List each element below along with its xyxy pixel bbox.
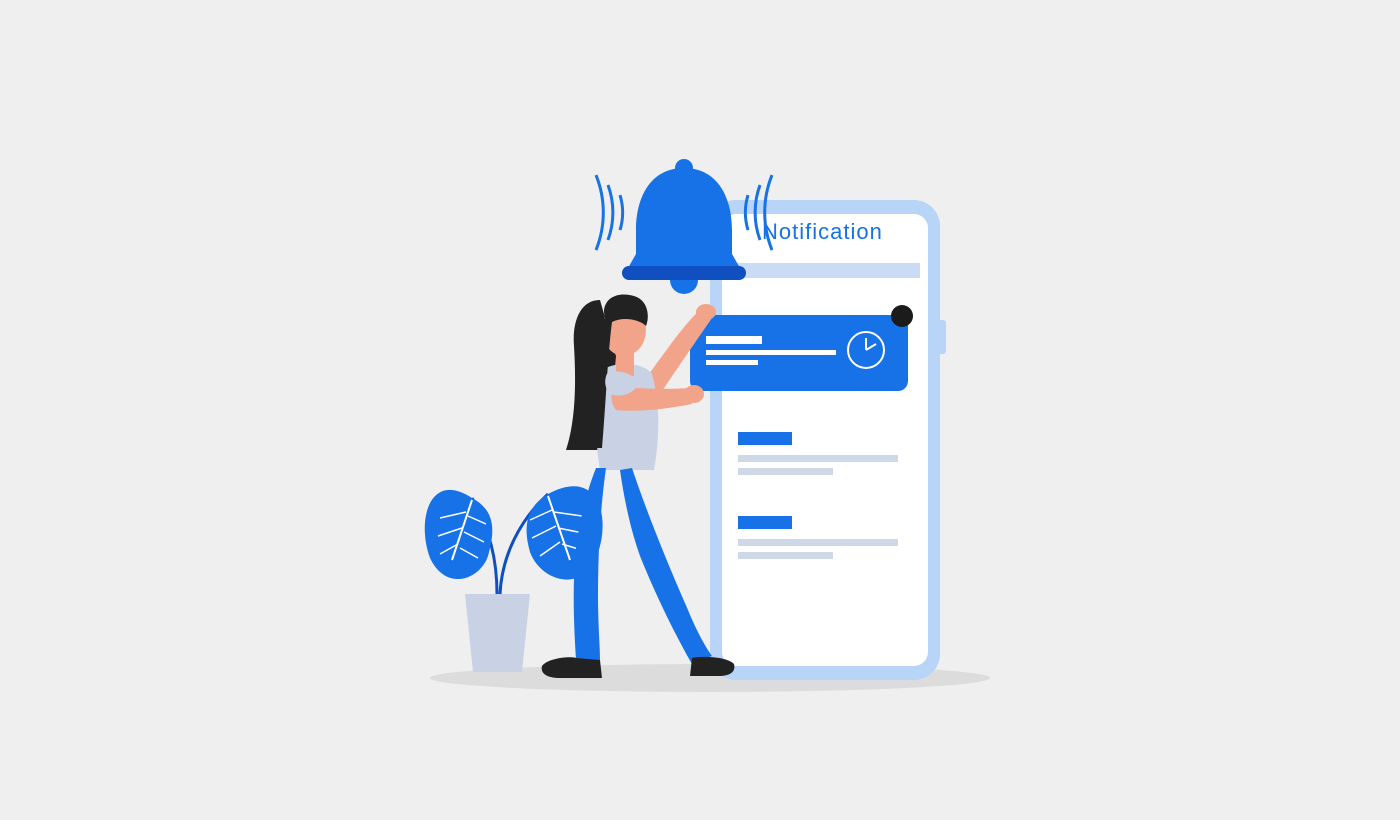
notification-card [690, 305, 913, 391]
bell-icon [596, 159, 772, 294]
notification-label: Notification [762, 219, 883, 245]
notification-badge [891, 305, 913, 327]
header-bar [730, 263, 920, 278]
illustration-svg [0, 0, 1400, 820]
notification-illustration: Notification [0, 0, 1400, 820]
